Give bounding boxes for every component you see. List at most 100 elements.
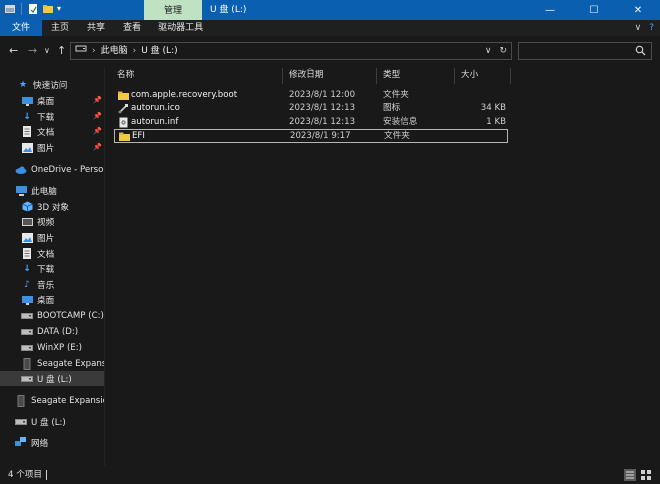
pin-icon[interactable]: 📌: [93, 96, 102, 104]
column-headers: ︿ 名称 修改日期 类型 大小: [110, 63, 512, 84]
address-bar[interactable]: › 此电脑 › U 盘 (L:) ∨ ↻: [70, 42, 512, 60]
sidebar-item-pictures-pc[interactable]: 图片: [21, 230, 54, 245]
sidebar-item-label: 图片: [37, 233, 55, 244]
sidebar-item-desktop-pc[interactable]: 桌面: [21, 292, 54, 307]
table-row[interactable]: com.apple.recovery.boot 2023/8/1 12:00 文…: [114, 89, 508, 103]
file-name: com.apple.recovery.boot: [131, 90, 238, 100]
window-controls: — ☐ ✕: [528, 0, 660, 20]
file-date: 2023/8/1 12:13: [289, 103, 356, 113]
sidebar-item-label: DATA (D:): [37, 326, 79, 337]
pin-icon[interactable]: 📌: [93, 127, 102, 135]
sidebar-item-onedrive[interactable]: OneDrive - Persona: [15, 162, 104, 177]
pin-icon[interactable]: 📌: [93, 112, 102, 120]
column-divider[interactable]: [510, 68, 511, 84]
breadcrumb: › 此电脑 › U 盘 (L:): [75, 43, 178, 59]
sidebar-item-music[interactable]: ♪ 音乐: [21, 277, 54, 292]
sidebar-item-label: 文档: [37, 127, 55, 138]
large-icons-view-icon[interactable]: [640, 469, 652, 481]
address-dropdown-icon[interactable]: ∨: [485, 43, 492, 59]
sidebar-item-label: 桌面: [37, 96, 55, 107]
breadcrumb-item-usb[interactable]: U 盘 (L:): [141, 43, 177, 59]
sidebar-item-3d-objects[interactable]: 3D 对象: [21, 199, 69, 214]
sidebar-item-label: WinXP (E:): [37, 342, 82, 353]
sidebar-item-quick-access[interactable]: ★ 快速访问: [17, 77, 67, 92]
close-button[interactable]: ✕: [616, 0, 660, 20]
tab-drive-tools[interactable]: 驱动器工具: [150, 20, 211, 36]
pin-icon[interactable]: 📌: [93, 143, 102, 151]
new-folder-icon[interactable]: [42, 3, 54, 15]
drive-icon: [21, 342, 33, 354]
help-button[interactable]: ?: [649, 23, 654, 33]
table-row[interactable]: autorun.inf 2023/8/1 12:13 安装信息 1 KB: [114, 116, 508, 130]
sidebar-item-desktop[interactable]: 桌面: [21, 93, 54, 108]
forward-arrow-icon[interactable]: →: [28, 44, 37, 57]
file-name: autorun.ico: [131, 103, 180, 113]
external-drive-icon: [15, 394, 27, 407]
drive-icon: [21, 326, 33, 338]
column-header-size[interactable]: 大小: [454, 66, 478, 84]
details-view-icon[interactable]: [624, 469, 636, 481]
maximize-button[interactable]: ☐: [572, 0, 616, 20]
sidebar-item-documents-pc[interactable]: 文档: [21, 246, 54, 261]
sidebar-item-drive-d[interactable]: DATA (D:): [21, 324, 78, 339]
minimize-button[interactable]: —: [528, 0, 572, 20]
recent-locations-icon[interactable]: ∨: [44, 46, 50, 55]
tab-share[interactable]: 共享: [78, 20, 114, 36]
file-date: 2023/8/1 12:13: [289, 117, 356, 127]
sidebar-item-label: Seagate Expansion: [37, 358, 104, 369]
column-header-date[interactable]: 修改日期: [282, 66, 323, 84]
sidebar-item-label: U 盘 (L:): [31, 417, 66, 428]
window-title: U 盘 (L:): [210, 5, 247, 15]
sidebar-item-usb-pc[interactable]: U 盘 (L:): [0, 371, 104, 386]
sidebar-item-drive-e[interactable]: WinXP (E:): [21, 340, 82, 355]
sidebar-item-documents[interactable]: 文档: [21, 124, 54, 139]
sidebar-item-videos[interactable]: 视频: [21, 214, 54, 229]
pane-splitter[interactable]: [104, 68, 105, 466]
tab-file[interactable]: 文件: [0, 20, 43, 36]
sidebar-item-downloads-pc[interactable]: ↓ 下载: [21, 261, 54, 276]
breadcrumb-separator-icon[interactable]: ›: [133, 43, 137, 59]
file-date: 2023/8/1 12:00: [289, 90, 356, 100]
tab-view[interactable]: 查看: [114, 20, 150, 36]
table-row[interactable]: autorun.ico 2023/8/1 12:13 图标 34 KB: [114, 102, 508, 116]
sidebar-item-drive-c[interactable]: BOOTCAMP (C:): [21, 308, 104, 323]
sidebar-item-label: OneDrive - Persona: [31, 164, 104, 175]
sidebar-item-label: 下载: [37, 112, 55, 123]
sidebar-item-seagate-pc[interactable]: Seagate Expansion: [21, 356, 104, 371]
back-arrow-icon[interactable]: ←: [9, 44, 18, 57]
sidebar-item-usb[interactable]: U 盘 (L:): [15, 414, 66, 429]
sidebar-item-this-pc[interactable]: 此电脑: [15, 183, 57, 198]
manage-context-tab[interactable]: 管理: [144, 0, 202, 20]
column-header-name[interactable]: 名称: [110, 66, 134, 84]
status-separator: [46, 470, 47, 480]
document-icon: [21, 248, 33, 260]
picture-icon: [21, 232, 33, 244]
refresh-icon[interactable]: ↻: [499, 43, 507, 59]
file-size: 1 KB: [486, 117, 506, 127]
sidebar-item-seagate[interactable]: Seagate Expansion: [15, 393, 104, 408]
breadcrumb-item-this-pc[interactable]: 此电脑: [101, 43, 128, 59]
document-icon: [21, 126, 33, 138]
breadcrumb-separator-icon[interactable]: ›: [92, 43, 96, 59]
customize-toolbar-icon[interactable]: ▾: [57, 3, 69, 15]
sidebar-item-label: 3D 对象: [37, 202, 70, 213]
file-date: 2023/8/1 9:17: [290, 131, 351, 141]
table-row[interactable]: EFI 2023/8/1 9:17 文件夹: [114, 129, 508, 143]
window-icon[interactable]: [4, 3, 16, 15]
up-arrow-icon[interactable]: ↑: [57, 44, 66, 57]
drive-icon: [75, 43, 87, 59]
expand-ribbon-button[interactable]: ∨: [635, 23, 642, 33]
title-bar: ▾ 管理 U 盘 (L:) — ☐ ✕: [0, 0, 660, 20]
sidebar-item-pictures[interactable]: 图片: [21, 140, 54, 155]
sidebar-item-downloads[interactable]: ↓ 下载: [21, 109, 54, 124]
sidebar-item-label: 文档: [37, 249, 55, 260]
properties-icon[interactable]: [27, 3, 39, 15]
navigation-pane[interactable]: ★ 快速访问 桌面 📌 ↓ 下载 📌 文档 📌 图片 📌 OneDrive - …: [0, 68, 104, 466]
cube-icon: [21, 201, 33, 213]
sidebar-item-network[interactable]: 网络: [15, 435, 48, 450]
column-header-type[interactable]: 类型: [376, 66, 400, 84]
tab-home[interactable]: 主页: [42, 20, 78, 36]
ribbon-right-controls: ∨ ?: [635, 20, 654, 36]
search-box[interactable]: [518, 42, 652, 60]
sidebar-item-label: Seagate Expansion: [31, 395, 104, 406]
